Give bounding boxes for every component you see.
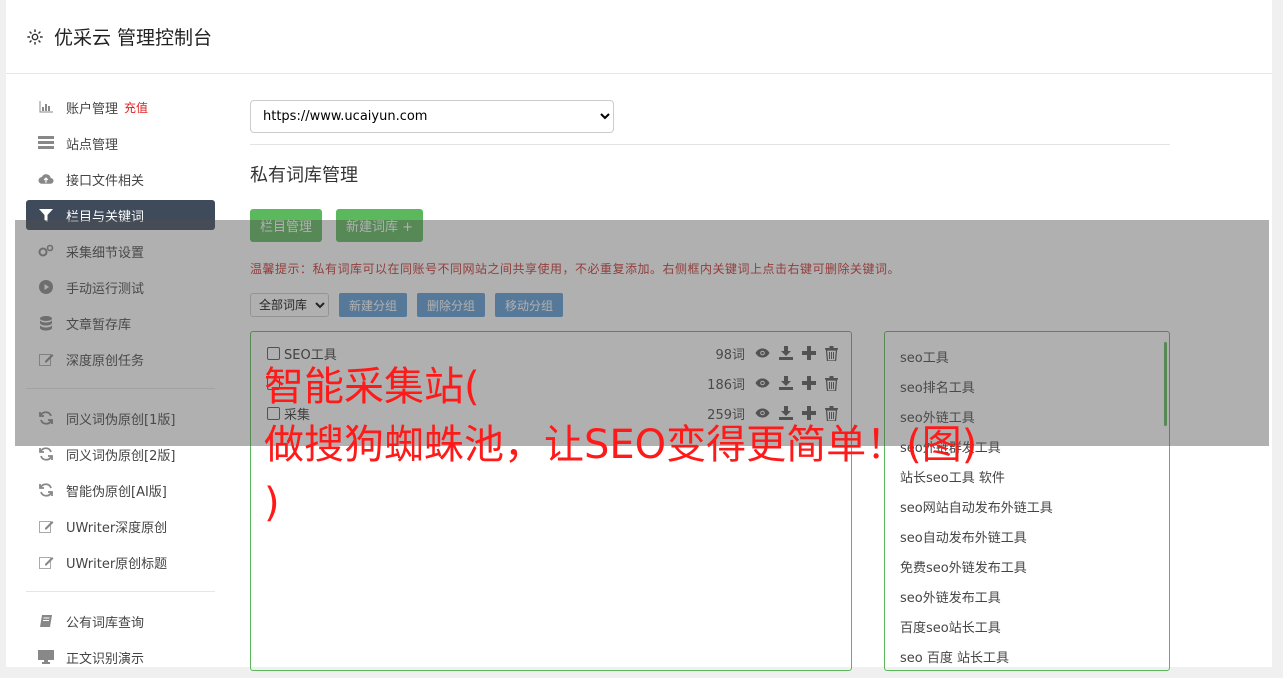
keyword-item[interactable]: 免费seo外链发布工具 [900, 554, 1169, 584]
keyword-item[interactable]: 百度seo站长工具 [900, 614, 1169, 644]
sidebar-item-collect-settings[interactable]: 采集细节设置 [26, 236, 215, 266]
column-manage-button[interactable]: 栏目管理 [250, 209, 323, 242]
sidebar-item-manual-run[interactable]: 手动运行测试 [26, 272, 215, 302]
sidebar-item-deep-original[interactable]: 深度原创任务 [26, 344, 215, 374]
group-toolbar: 全部词库 新建分组 删除分组 移动分组 [250, 293, 1170, 317]
gear-icon [27, 28, 43, 45]
cloud-upload-icon [38, 171, 54, 187]
sidebar-item-label: 公有词库查询 [66, 615, 145, 631]
sidebar-item-label: 文章暂存库 [66, 317, 132, 333]
edit-icon [38, 554, 54, 570]
sidebar-item-label: 深度原创任务 [66, 353, 145, 369]
sidebar-item-synonym-v2[interactable]: 同义词伪原创[2版] [26, 439, 215, 469]
sidebar-item-public-lib[interactable]: 公有词库查询 [26, 606, 215, 636]
sidebar-divider [26, 591, 215, 592]
monitor-icon [38, 649, 54, 665]
refresh-icon [38, 482, 54, 498]
sidebar: 账户管理 充值 站点管理 接口文件相关 栏目与关键词 采集细节设置 手动运行测试… [26, 92, 215, 678]
sidebar-item-label: 智能伪原创[AI版] [66, 484, 167, 500]
refresh-icon [38, 446, 54, 462]
sidebar-item-label: 账户管理 [66, 101, 119, 117]
database-icon [38, 315, 54, 331]
sidebar-item-label: 同义词伪原创[2版] [66, 448, 176, 464]
scrollbar[interactable] [1164, 342, 1167, 426]
section-title: 私有词库管理 [250, 165, 358, 186]
sidebar-item-label: 接口文件相关 [66, 173, 145, 189]
sidebar-item-sites[interactable]: 站点管理 [26, 128, 215, 158]
sidebar-item-synonym-v1[interactable]: 同义词伪原创[1版] [26, 403, 215, 433]
sidebar-item-uwriter-deep[interactable]: UWriter深度原创 [26, 511, 215, 541]
sidebar-item-label: 采集细节设置 [66, 245, 145, 261]
new-library-button[interactable]: 新建词库 + [336, 209, 424, 242]
sidebar-item-account[interactable]: 账户管理 充值 [26, 92, 215, 122]
sidebar-item-label: 同义词伪原创[1版] [66, 412, 176, 428]
sidebar-item-uwriter-title[interactable]: UWriter原创标题 [26, 547, 215, 577]
sidebar-item-text-recognition[interactable]: 正文识别演示 [26, 642, 215, 672]
sidebar-item-label: 站点管理 [66, 137, 119, 153]
sidebar-item-label: 手动运行测试 [66, 281, 145, 297]
sidebar-item-ai-rewrite[interactable]: 智能伪原创[AI版] [26, 475, 215, 505]
play-icon [38, 279, 54, 295]
tip-text: 温馨提示：私有词库可以在同账号不同网站之间共享使用，不必重复添加。右侧框内关键词… [250, 262, 901, 276]
server-icon [38, 135, 54, 151]
edit-icon [38, 351, 54, 367]
console-frame: 优采云 管理控制台 账户管理 充值 站点管理 接口文件相关 栏目与关键词 采集细… [6, 0, 1272, 671]
refresh-icon [38, 410, 54, 426]
delete-group-button[interactable]: 删除分组 [417, 293, 486, 317]
sidebar-item-label: 正文识别演示 [66, 651, 145, 667]
sidebar-item-label: 栏目与关键词 [66, 209, 145, 225]
filter-icon [38, 207, 54, 223]
edit-icon [38, 518, 54, 534]
overlay-caption: 智能采集站( 做搜狗蜘蛛池，让SEO变得更简单！(图) ) [264, 364, 978, 526]
group-filter-select[interactable]: 全部词库 [250, 293, 329, 317]
action-buttons: 栏目管理 新建词库 + [250, 209, 1170, 242]
book-icon [38, 613, 54, 629]
sidebar-item-article-storage[interactable]: 文章暂存库 [26, 308, 215, 338]
gears-icon [38, 243, 54, 259]
sidebar-item-interface[interactable]: 接口文件相关 [26, 164, 215, 194]
main-content: https://www.ucaiyun.com 私有词库管理 栏目管理 新建词库… [250, 100, 1170, 671]
site-url-select[interactable]: https://www.ucaiyun.com [250, 100, 614, 133]
bar-chart-icon [38, 99, 54, 115]
header: 优采云 管理控制台 [6, 0, 1272, 74]
sidebar-item-label: UWriter深度原创 [66, 520, 168, 536]
keyword-item[interactable]: seo外链发布工具 [900, 584, 1169, 614]
sidebar-item-columns-keywords[interactable]: 栏目与关键词 [26, 200, 215, 230]
divider [250, 144, 1170, 145]
move-group-button[interactable]: 移动分组 [495, 293, 564, 317]
new-group-button[interactable]: 新建分组 [339, 293, 408, 317]
sidebar-divider [26, 388, 215, 389]
page-title: 优采云 管理控制台 [54, 27, 213, 49]
sidebar-item-label: UWriter原创标题 [66, 556, 168, 572]
recharge-link[interactable]: 充值 [124, 99, 148, 116]
